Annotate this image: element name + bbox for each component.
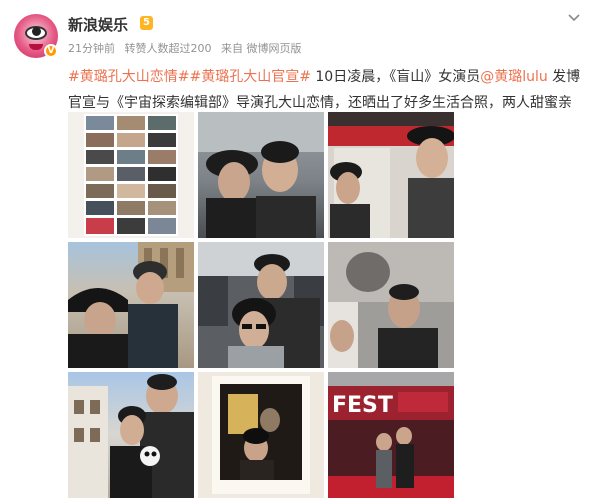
post-text-part: 10日凌晨，《盲山》女演员 [310,69,481,85]
mouth [29,44,43,50]
chevron-down-icon[interactable] [566,10,582,26]
post-meta: 21分钟前 转赞人数超过200 来自 微博网页版 [68,40,308,56]
photo-mirror-portrait[interactable] [328,242,454,368]
pupil [32,27,41,36]
account-name[interactable]: 新浪娱乐 [68,14,128,35]
photo-kiss[interactable] [198,112,324,238]
photo-hats-outdoor[interactable] [68,242,194,368]
photo-street-panda[interactable] [68,372,194,498]
photo-collage[interactable] [68,112,194,238]
photo-film-fest[interactable]: FEST [328,372,454,498]
post-time[interactable]: 21分钟前 [68,42,115,55]
verified-badge-icon: V [44,44,58,58]
photo-train-selfie[interactable] [198,242,324,368]
mention-link[interactable]: @黄璐lulu [480,69,548,85]
like-count: 转赞人数超过200 [124,42,212,55]
hashtag-link[interactable]: #黄璐孔大山恋情# [68,69,189,85]
photo-polaroid[interactable] [198,372,324,498]
level-badge: 5 [140,16,153,30]
hashtag-link[interactable]: #黄璐孔大山官宣# [189,69,310,85]
photo-theater-selfie[interactable] [328,112,454,238]
post-source: 来自 微博网页版 [221,42,302,55]
fest-sign-text: FEST [332,393,393,418]
